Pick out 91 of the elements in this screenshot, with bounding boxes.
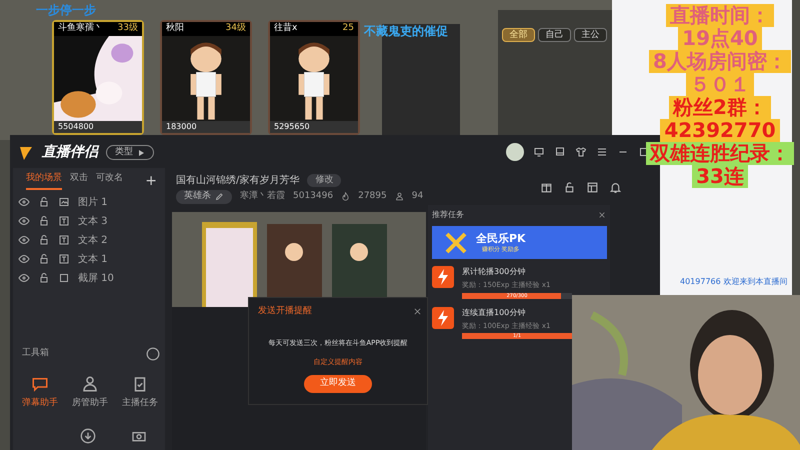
overlay-text: 双雄连胜纪录： (646, 142, 794, 165)
close-icon (598, 211, 606, 219)
tool-button[interactable]: 弹幕助手 (16, 375, 64, 410)
eye-icon (18, 215, 30, 227)
lock-icon (38, 215, 50, 227)
scene-item[interactable]: 文本 1 (18, 252, 114, 266)
room-title: 国有山河锦绣/家有岁月芳华 (176, 174, 300, 188)
scene-label: 文本 3 (78, 214, 108, 228)
scene-item[interactable]: 截屏 10 (18, 271, 114, 285)
add-scene-button[interactable]: + (145, 174, 157, 188)
menu-icon (596, 146, 608, 158)
player-score: 5295650 (270, 121, 358, 133)
player-level: 33级 (118, 22, 138, 35)
streamer-name: 寒潭丶若霞 (240, 190, 285, 203)
monitor-icon (533, 146, 545, 158)
player-name: 往昔x (274, 22, 298, 35)
send-now-button[interactable]: 立即发送 (304, 375, 372, 392)
eye-icon (18, 196, 30, 208)
category-button[interactable]: 英雄杀 (176, 190, 232, 204)
eye-icon (18, 272, 30, 284)
overlay-text: 粉丝2群： (669, 96, 771, 119)
player-score: 5504800 (54, 121, 142, 133)
player-name: 斗鱼寒孺丶 (58, 22, 103, 35)
overlay-text: 直播时间： (666, 4, 774, 27)
lock-icon (38, 253, 50, 265)
overlay-text: 8人场房间密： (649, 50, 791, 73)
tool-button[interactable]: 房管助手 (66, 375, 114, 410)
overlay-text: 42392770 (660, 119, 780, 142)
pencil-icon (215, 192, 224, 202)
close-icon (413, 307, 422, 316)
bell-icon (609, 181, 622, 194)
text-icon (58, 234, 70, 246)
text-icon (58, 215, 70, 227)
player-score: 183000 (162, 121, 250, 133)
lock-icon (38, 234, 50, 246)
filter-tab[interactable]: 自己 (538, 28, 571, 42)
scene-tab[interactable]: 双击 (70, 172, 88, 190)
chat-message: 40197766 欢迎来到本直播间 (680, 276, 788, 288)
gift-icon (540, 181, 553, 194)
viewer-count: 94 (412, 190, 424, 203)
scene-tab[interactable]: 可改名 (96, 172, 123, 190)
scene-tab[interactable]: 我的场景 (26, 172, 62, 190)
player-level: 25 (342, 22, 354, 35)
room-id: 5013496 (293, 190, 334, 203)
play-icon (137, 148, 145, 156)
frame-icon (58, 272, 70, 284)
overlay-text: 19点40 (678, 27, 762, 50)
task-name: 连续直播100分钟 (462, 306, 526, 318)
eye-icon (18, 253, 30, 265)
scene-item[interactable]: 文本 3 (18, 214, 114, 228)
app-logo: 直播伴侣 (42, 143, 98, 162)
lock-icon (38, 272, 50, 284)
shirt-icon (575, 146, 587, 158)
scene-label: 文本 2 (78, 234, 108, 248)
person-icon (394, 192, 404, 202)
player-name: 秋阳 (166, 22, 184, 35)
person-icon (81, 375, 99, 393)
filter-tab[interactable]: 主公 (574, 28, 607, 42)
overlay-text: 33连 (692, 165, 748, 188)
scene-item[interactable]: 文本 2 (18, 233, 114, 247)
scene-item[interactable]: 图片 1 (18, 195, 114, 209)
lightning-icon (432, 306, 454, 328)
type-button[interactable]: 类型 (106, 145, 154, 160)
banner-text: 不藏鬼吏的催促 (364, 23, 448, 40)
text-icon (58, 253, 70, 265)
chat-icon (31, 375, 49, 393)
dialog-title: 发送开播提醒 (258, 305, 312, 318)
crossed-swords-icon (444, 230, 468, 254)
player-level: 34级 (226, 22, 246, 35)
layout-icon (586, 181, 599, 194)
more-icon (146, 347, 160, 361)
overlay-text: ５０１ (686, 73, 754, 96)
banner-title: 全民乐PK (476, 232, 526, 246)
game-title: 一步停一步 (36, 2, 96, 19)
scene-label: 图片 1 (78, 196, 108, 210)
filter-tab[interactable]: 全部 (502, 28, 535, 42)
tool-button[interactable]: 主播任务 (116, 375, 164, 410)
screen-icon (554, 146, 566, 158)
image-icon (58, 196, 70, 208)
lock-icon (38, 196, 50, 208)
flame-icon (341, 192, 350, 202)
scene-label: 文本 1 (78, 252, 108, 266)
eye-icon (18, 234, 30, 246)
tasks-title: 推荐任务 (432, 209, 464, 221)
download-icon (80, 428, 96, 444)
lightning-icon (432, 266, 454, 288)
task-name: 累计轮播300分钟 (462, 266, 526, 278)
heat-count: 27895 (358, 190, 387, 203)
scene-label: 截屏 10 (78, 272, 114, 286)
toolbox-label: 工具箱 (22, 347, 49, 360)
unlock-icon (563, 181, 576, 194)
